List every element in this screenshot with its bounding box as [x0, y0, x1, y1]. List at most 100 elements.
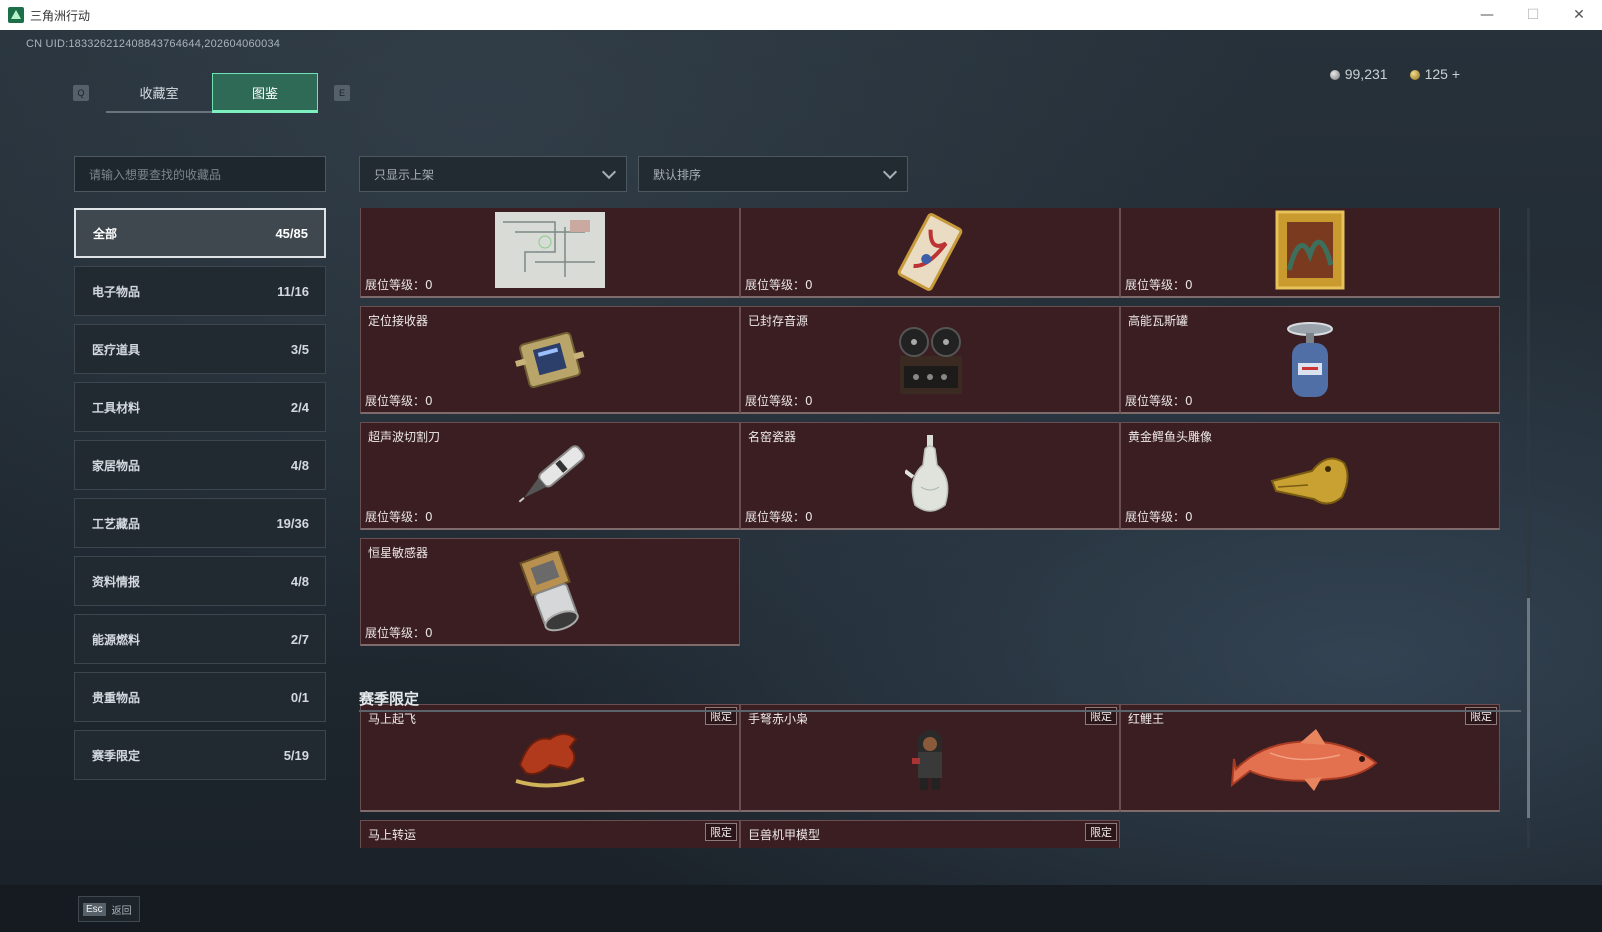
chevron-down-icon [601, 164, 617, 180]
silver-currency: 99,231 [1329, 66, 1388, 82]
filter-dropdown[interactable]: 只显示上架 [359, 156, 627, 192]
card-level: 展位等级：0 [1125, 394, 1193, 408]
category-tools[interactable]: 工具材料 2/4 [74, 382, 326, 432]
card-name: 高能瓦斯罐 [1128, 314, 1189, 328]
chevron-down-icon [882, 164, 898, 180]
sort-dropdown-label: 默认排序 [653, 167, 702, 182]
window-titlebar: 三角洲行动 — ☐ ✕ [0, 0, 1602, 30]
category-count: 4/8 [290, 573, 309, 589]
red-horse-statue-icon [515, 732, 585, 788]
card-level: 展位等级：0 [365, 394, 433, 408]
gold-currency[interactable]: 125 + [1409, 66, 1460, 82]
window-title: 三角洲行动 [30, 8, 91, 23]
collection-card[interactable]: 恒星敏感器 展位等级：0 [360, 538, 740, 646]
card-name: 已封存音源 [748, 314, 809, 328]
collection-card[interactable]: 定位接收器 展位等级：0 [360, 306, 740, 414]
red-carp-icon [1230, 728, 1378, 791]
gold-coin-icon [1409, 70, 1420, 80]
category-count: 3/5 [290, 341, 309, 357]
search-input[interactable]: 请输入想要查找的收藏品 [74, 156, 326, 192]
top-tabs: 收藏室 图鉴 [106, 73, 318, 113]
card-level: 展位等级：0 [1125, 510, 1193, 524]
season-card[interactable]: 红鲤王 限定 [1120, 704, 1500, 812]
silver-coin-icon [1329, 70, 1340, 80]
card-name: 超声波切割刀 [368, 430, 441, 444]
framed-painting-icon [1275, 210, 1345, 290]
season-card[interactable]: 巨兽机甲模型 限定 [740, 820, 1120, 848]
card-name: 黄金鳄鱼头雕像 [1128, 430, 1213, 444]
category-medical[interactable]: 医疗道具 3/5 [74, 324, 326, 374]
silver-amount: 99,231 [1344, 66, 1388, 82]
season-card[interactable]: 马上转运 限定 [360, 820, 740, 848]
ornate-card-icon [897, 212, 963, 291]
card-name: 马上起飞 [368, 712, 417, 726]
app-logo-icon [8, 7, 24, 23]
gold-amount: 125 [1424, 66, 1448, 82]
category-label: 工艺藏品 [92, 516, 141, 531]
card-level: 展位等级：0 [745, 510, 813, 524]
collection-card[interactable]: 已封存音源 展位等级：0 [740, 306, 1120, 414]
category-count: 45/85 [275, 225, 308, 241]
add-currency-button[interactable]: + [1452, 66, 1460, 82]
sort-dropdown[interactable]: 默认排序 [638, 156, 908, 192]
scrollbar-thumb[interactable] [1527, 598, 1530, 818]
category-label: 家居物品 [92, 458, 141, 473]
collection-card[interactable]: 黄金鳄鱼头雕像 展位等级：0 [1120, 422, 1500, 530]
game-screen: CN UID:183326212408843764644,20260406003… [0, 30, 1602, 932]
card-level: 展位等级：0 [1125, 278, 1193, 292]
back-label: 返回 [111, 905, 132, 917]
card-level: 展位等级：0 [365, 278, 433, 292]
card-name: 红鲤王 [1128, 712, 1165, 726]
category-household[interactable]: 家居物品 4/8 [74, 440, 326, 490]
close-button[interactable]: ✕ [1556, 0, 1602, 30]
category-intel[interactable]: 资料情报 4/8 [74, 556, 326, 606]
card-name: 手弩赤小枭 [748, 712, 809, 726]
category-count: 11/16 [277, 283, 309, 299]
minimize-button[interactable]: — [1464, 0, 1510, 30]
porcelain-vase-icon [905, 434, 949, 512]
back-button[interactable]: Esc 返回 [78, 896, 140, 922]
category-energy[interactable]: 能源燃料 2/7 [74, 614, 326, 664]
collection-card[interactable]: 名窑瓷器 展位等级：0 [740, 422, 1120, 530]
collection-card[interactable]: 展位等级：0 [740, 208, 1120, 298]
category-season-limited[interactable]: 赛季限定 5/19 [74, 730, 326, 780]
category-crafts[interactable]: 工艺藏品 19/36 [74, 498, 326, 548]
category-electronics[interactable]: 电子物品 11/16 [74, 266, 326, 316]
card-level: 展位等级：0 [745, 278, 813, 292]
tab-codex[interactable]: 图鉴 [212, 73, 318, 113]
category-valuables[interactable]: 贵重物品 0/1 [74, 672, 326, 722]
card-name: 巨兽机甲模型 [748, 828, 821, 842]
category-label: 资料情报 [92, 574, 141, 589]
category-count: 4/8 [290, 457, 309, 473]
blueprint-map-icon [495, 211, 605, 288]
category-label: 电子物品 [92, 284, 141, 299]
collection-card[interactable]: 高能瓦斯罐 展位等级：0 [1120, 306, 1500, 414]
collection-card[interactable]: 展位等级：0 [1120, 208, 1500, 298]
collection-card[interactable]: 超声波切割刀 展位等级：0 [360, 422, 740, 530]
card-level: 展位等级：0 [745, 394, 813, 408]
category-label: 赛季限定 [92, 748, 141, 763]
card-name: 恒星敏感器 [368, 546, 429, 560]
card-name: 定位接收器 [368, 314, 429, 328]
category-label: 工具材料 [92, 400, 141, 415]
collection-card[interactable]: 展位等级：0 [360, 208, 740, 298]
category-all[interactable]: 全部 45/85 [74, 208, 326, 258]
reel-to-reel-recorder-icon [899, 326, 962, 394]
category-count: 0/1 [290, 689, 309, 705]
tab-collection-room[interactable]: 收藏室 [106, 73, 212, 113]
window-controls: — ☐ ✕ [1464, 0, 1602, 30]
player-uid: CN UID:183326212408843764644,20260406003… [26, 38, 281, 50]
grid-scrollbar[interactable] [1527, 208, 1530, 848]
star-sensor-icon [519, 550, 579, 631]
bottom-bar: Esc 返回 [0, 885, 1602, 932]
maximize-button[interactable]: ☐ [1510, 0, 1556, 30]
limited-badge: 限定 [705, 823, 737, 841]
season-card[interactable]: 手弩赤小枭 限定 [740, 704, 1120, 812]
hooded-figure-icon [912, 729, 942, 790]
card-level: 展位等级：0 [365, 626, 433, 640]
section-divider [359, 710, 1521, 712]
season-card[interactable]: 马上起飞 限定 [360, 704, 740, 812]
category-count: 2/4 [290, 399, 309, 415]
limited-badge: 限定 [1085, 823, 1117, 841]
card-level: 展位等级：0 [365, 510, 433, 524]
